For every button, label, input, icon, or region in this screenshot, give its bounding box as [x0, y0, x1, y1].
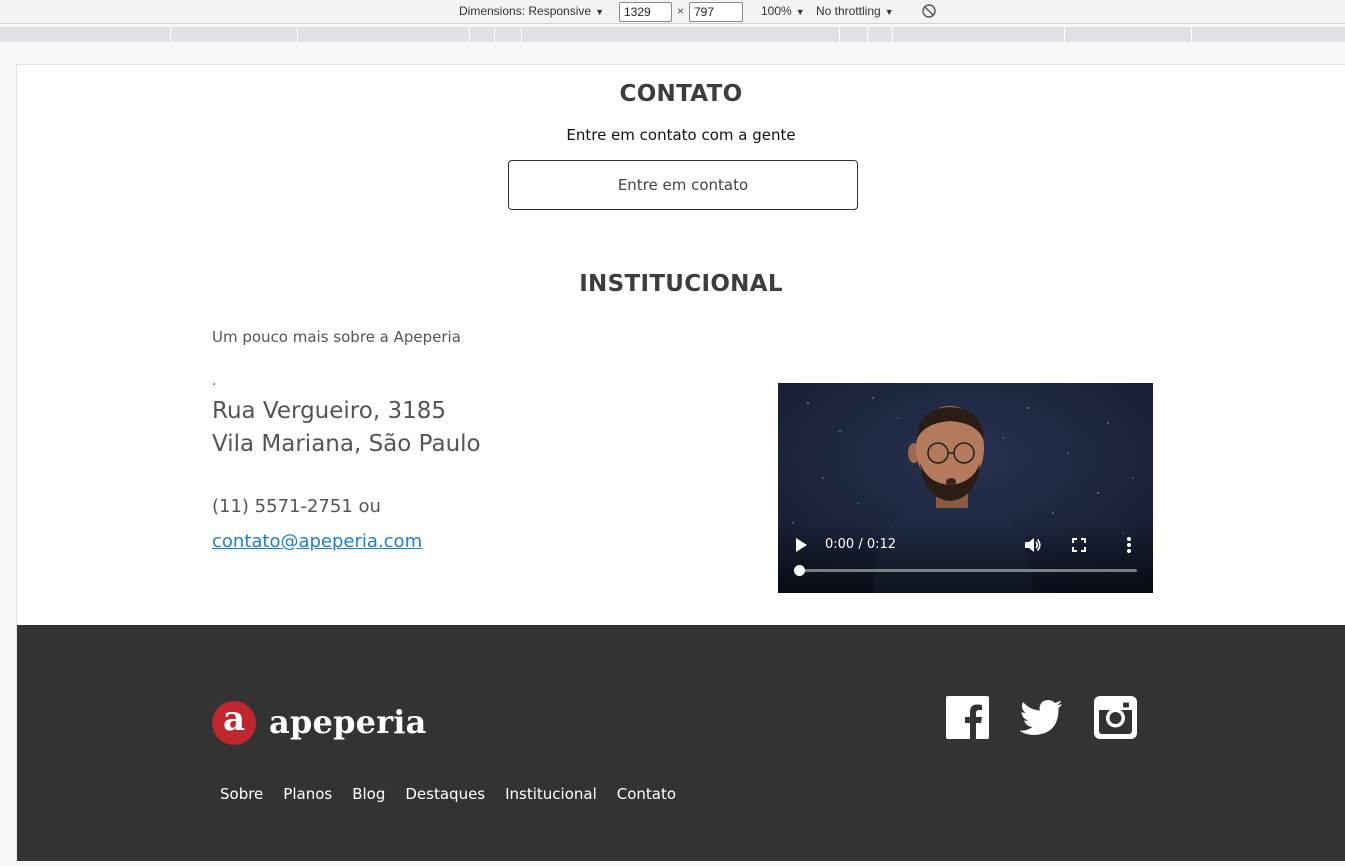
page-viewport: CONTATO Entre em contato com a gente Ent…: [16, 64, 1345, 861]
address-line-city: Vila Mariana, São Paulo: [212, 431, 481, 457]
contact-button[interactable]: Entre em contato: [508, 160, 858, 210]
footer-nav-institucional[interactable]: Institucional: [497, 785, 605, 803]
throttling-dropdown[interactable]: No throttling ▼: [816, 4, 894, 18]
logo-text: apeperia: [269, 703, 427, 741]
video-player[interactable]: 0:00 / 0:12: [778, 383, 1153, 593]
video-controls-overlay: [778, 521, 1153, 593]
logo-letter: a: [222, 699, 246, 739]
facebook-icon[interactable]: [946, 696, 989, 739]
devtools-device-toolbar: Dimensions: Responsive▼ × 100%▼ No throt…: [0, 0, 1345, 24]
play-icon[interactable]: [794, 537, 808, 553]
zoom-label: 100%: [761, 4, 792, 18]
video-time: 0:00 / 0:12: [825, 537, 897, 552]
video-progress-track[interactable]: [798, 569, 1137, 572]
contato-subtitle: Entre em contato com a gente: [566, 126, 796, 144]
instagram-icon[interactable]: [1094, 696, 1137, 739]
separator-dot: .: [212, 373, 217, 389]
footer-nav-destaques[interactable]: Destaques: [397, 785, 493, 803]
throttling-label: No throttling: [816, 4, 881, 18]
fullscreen-icon[interactable]: [1071, 537, 1087, 553]
logo-mark: a: [212, 699, 256, 745]
phone-number: (11) 5571-2751 ou: [212, 496, 381, 517]
footer-nav-contato[interactable]: Contato: [609, 785, 684, 803]
dimensions-dropdown[interactable]: Dimensions: Responsive ▼: [459, 4, 604, 18]
dimension-separator: ×: [677, 4, 685, 18]
institucional-title: INSTITUCIONAL: [579, 271, 783, 297]
rotate-icon[interactable]: [921, 3, 937, 19]
institucional-subtitle: Um pouco mais sobre a Apeperia: [212, 328, 461, 346]
zoom-dropdown[interactable]: 100% ▼: [761, 4, 805, 18]
footer-nav-sobre[interactable]: Sobre: [212, 785, 271, 803]
address: Rua Vergueiro, 3185 Vila Mariana, São Pa…: [212, 395, 481, 461]
media-query-ruler[interactable]: [0, 27, 1345, 42]
dropdown-arrow-icon: ▼: [595, 7, 604, 17]
footer: a apeperia Sobre Planos Blog Destaques I…: [17, 625, 1345, 861]
address-line-street: Rua Vergueiro, 3185: [212, 398, 446, 424]
dropdown-arrow-icon: ▼: [795, 7, 805, 17]
contato-title: CONTATO: [619, 81, 743, 107]
volume-icon[interactable]: [1022, 535, 1042, 555]
video-progress-knob[interactable]: [794, 565, 805, 576]
viewport-height-input[interactable]: [689, 2, 743, 22]
footer-nav-blog[interactable]: Blog: [344, 785, 393, 803]
viewport-width-input[interactable]: [619, 2, 672, 22]
footer-nav: Sobre Planos Blog Destaques Instituciona…: [212, 785, 688, 803]
dropdown-arrow-icon: ▼: [884, 7, 894, 17]
email-link[interactable]: contato@apeperia.com: [212, 531, 422, 552]
footer-nav-planos[interactable]: Planos: [275, 785, 340, 803]
dimensions-label: Dimensions: Responsive: [459, 4, 592, 18]
twitter-icon[interactable]: [1020, 696, 1063, 739]
more-options-icon[interactable]: [1125, 535, 1133, 555]
